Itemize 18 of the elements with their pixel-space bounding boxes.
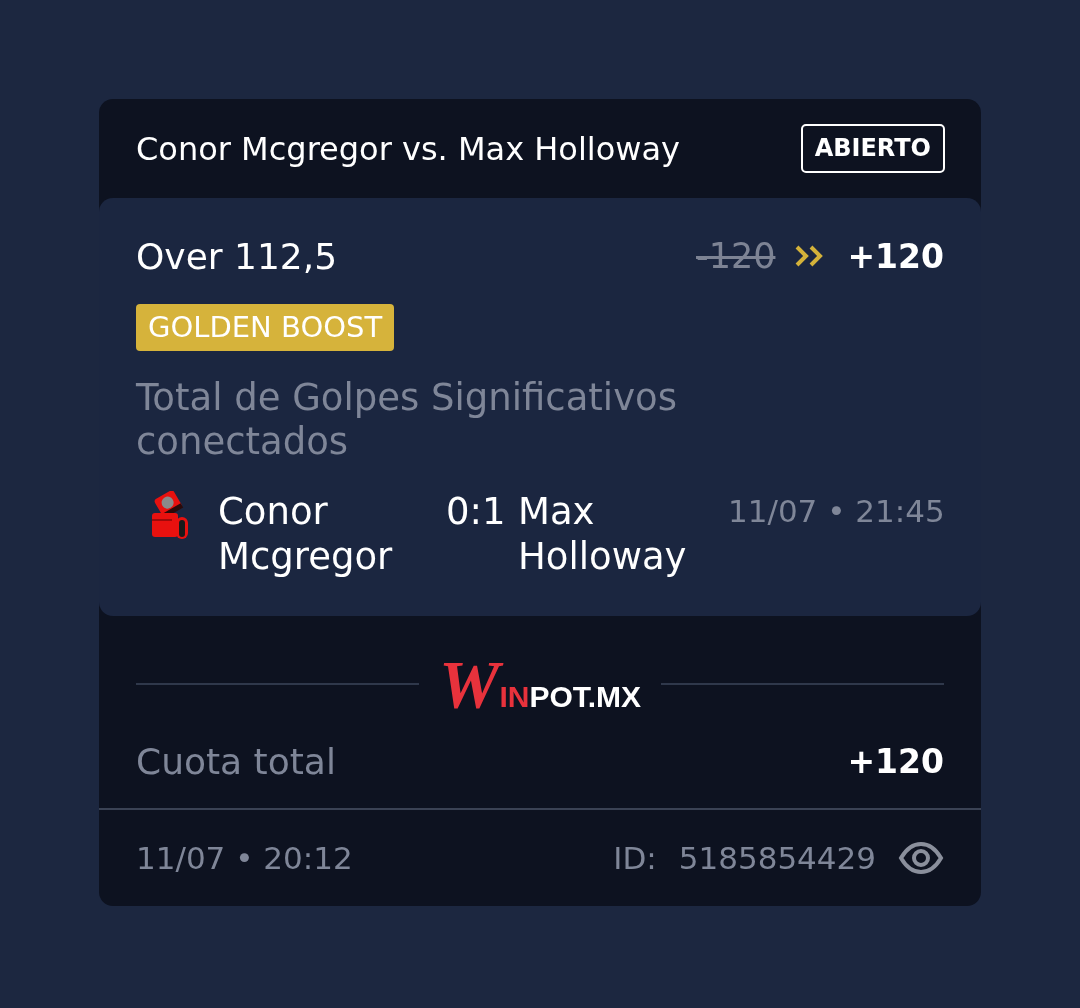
ticket-id: 5185854429 [678, 840, 876, 876]
placed-time: 11/07 • 20:12 [136, 840, 353, 876]
winpot-logo: WINPOT.MX [438, 648, 642, 720]
status-badge: ABIERTO [800, 124, 945, 173]
event-time: 11/07 • 21:45 [728, 492, 945, 531]
total-odds: +120 [847, 741, 944, 781]
eye-icon[interactable] [898, 841, 944, 875]
ticket-id-label: ID: [613, 840, 657, 876]
golden-boost-badge: GOLDEN BOOST [136, 304, 395, 351]
market-description: Total de Golpes Significativos conectados [136, 376, 678, 464]
selection-name: Over 112,5 [136, 235, 338, 277]
old-odds: -120 [696, 236, 776, 276]
score: 0:1 [446, 489, 507, 534]
away-fighter: Max Holloway [518, 489, 688, 579]
boosted-odds: +120 [847, 236, 944, 276]
home-fighter: Conor Mcgregor [218, 489, 394, 579]
event-title: Conor Mcgregor vs. Max Holloway [136, 129, 680, 168]
total-odds-label: Cuota total [136, 740, 336, 782]
